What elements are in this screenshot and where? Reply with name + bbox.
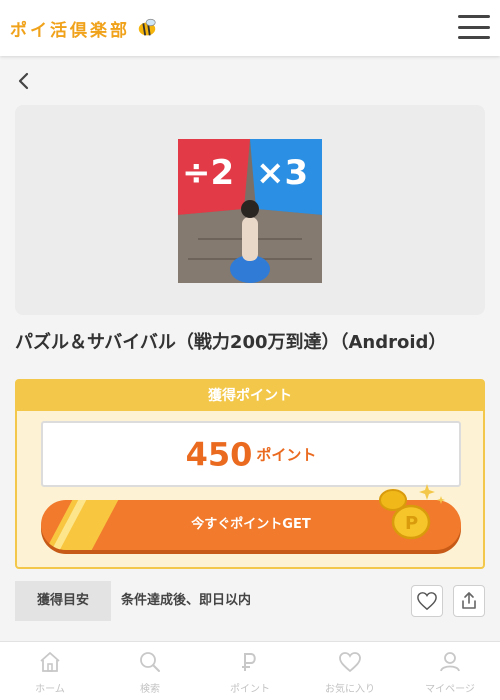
back-button[interactable] <box>12 68 36 94</box>
hamburger-menu-icon[interactable] <box>458 12 490 42</box>
nav-label-search: 検索 <box>140 684 160 695</box>
bottom-nav: ホーム 検索 ポイント お気に入り マイページ <box>0 641 500 700</box>
menu-bar <box>458 36 490 39</box>
nav-label-points: ポイント <box>230 684 270 695</box>
nav-item-search[interactable]: 検索 <box>100 642 200 700</box>
bee-icon <box>138 18 156 36</box>
estimate-value: 条件達成後、即日以内 <box>121 593 252 608</box>
nav-item-points[interactable]: ポイント <box>200 642 300 700</box>
nav-item-favorites[interactable]: お気に入り <box>300 642 400 700</box>
page: ポイ活倶楽部 ÷2 ×3 パズル＆サバイバル（戦力200万到達）（Android… <box>0 0 500 700</box>
point-icon <box>242 653 256 671</box>
nav-label-home: ホーム <box>35 684 65 695</box>
site-header: ポイ活倶楽部 <box>0 0 500 56</box>
nav-label-mypage: マイページ <box>425 684 475 695</box>
points-unit: ポイント <box>256 445 317 464</box>
points-heading: 獲得ポイント <box>17 381 483 411</box>
site-logo[interactable]: ポイ活倶楽部 <box>10 14 158 42</box>
nav-item-home[interactable]: ホーム <box>0 642 100 700</box>
user-icon <box>440 652 460 672</box>
nav-item-mypage[interactable]: マイページ <box>400 642 500 700</box>
share-icon <box>462 592 476 609</box>
image-text-divide: ÷2 <box>182 153 235 193</box>
offer-image-card: ÷2 ×3 <box>15 105 485 315</box>
image-text-multiply: ×3 <box>256 153 309 193</box>
estimate-label: 獲得目安 <box>15 581 111 621</box>
home-icon <box>40 652 60 672</box>
points-display: 450 ポイント <box>41 421 461 487</box>
favorite-button[interactable] <box>411 585 443 617</box>
logo-text: ポイ活倶楽部 <box>10 20 130 41</box>
points-value: 450 <box>185 435 253 474</box>
heart-icon <box>417 592 437 611</box>
share-button[interactable] <box>453 585 485 617</box>
menu-bar <box>458 25 490 29</box>
menu-bar <box>458 15 490 18</box>
chevron-left-icon <box>18 72 29 90</box>
search-icon <box>140 652 160 672</box>
app-thumbnail: ÷2 ×3 <box>178 139 322 283</box>
nav-label-favorites: お気に入り <box>325 684 375 695</box>
svg-text:P: P <box>405 513 418 534</box>
coins-icon: P <box>379 484 445 540</box>
offer-title: パズル＆サバイバル（戦力200万到達）（Android） <box>15 332 447 353</box>
heart-icon <box>339 652 361 673</box>
